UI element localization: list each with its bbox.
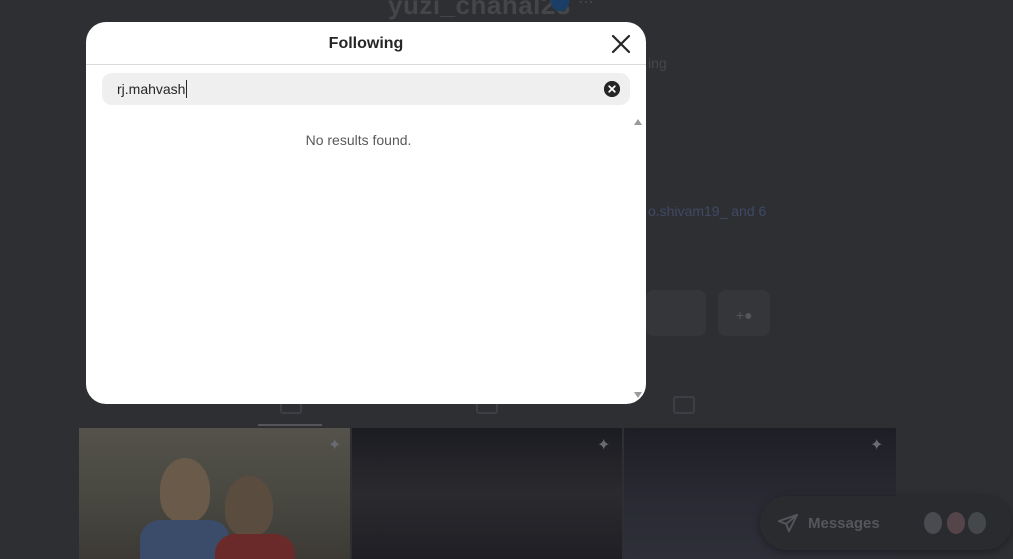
pin-icon: ✦: [597, 437, 611, 454]
results-list[interactable]: No results found.: [86, 114, 646, 404]
post-person: [225, 476, 273, 536]
clear-search-icon: [604, 81, 620, 97]
following-dialog: Following No results found.: [86, 22, 646, 404]
scroll-down-arrow[interactable]: [634, 392, 642, 398]
post-shirt: [215, 534, 295, 559]
avatar: [966, 510, 988, 536]
messages-label: Messages: [808, 515, 880, 532]
dialog-title: Following: [328, 35, 404, 52]
avatar: [945, 510, 967, 536]
search-box: [102, 73, 630, 105]
followed-by-text: o.shivam19_ and 6: [648, 203, 767, 219]
scroll-up-arrow[interactable]: [634, 119, 642, 125]
post-person: [160, 458, 210, 522]
profile-username: yuzi_chahal23: [388, 0, 571, 20]
avatar: [922, 510, 944, 536]
text-cursor: [186, 80, 188, 98]
pin-icon: ✦: [328, 437, 342, 454]
tagged-icon: [673, 396, 695, 414]
following-count-text: ing: [648, 55, 667, 71]
message-button: [646, 290, 706, 336]
close-button[interactable]: [608, 31, 634, 57]
dialog-header: Following: [86, 22, 646, 65]
close-icon: [611, 34, 631, 54]
empty-state-message: No results found.: [305, 132, 412, 148]
pin-icon: ✦: [870, 437, 884, 454]
search-input[interactable]: [117, 80, 587, 98]
paper-plane-icon: [777, 513, 799, 533]
post-thumbnail: [352, 428, 622, 559]
active-tab-indicator: [258, 424, 322, 426]
clear-search-button[interactable]: [604, 81, 620, 97]
add-user-icon: +●: [736, 307, 753, 323]
more-options-icon: ⋯: [578, 0, 594, 11]
